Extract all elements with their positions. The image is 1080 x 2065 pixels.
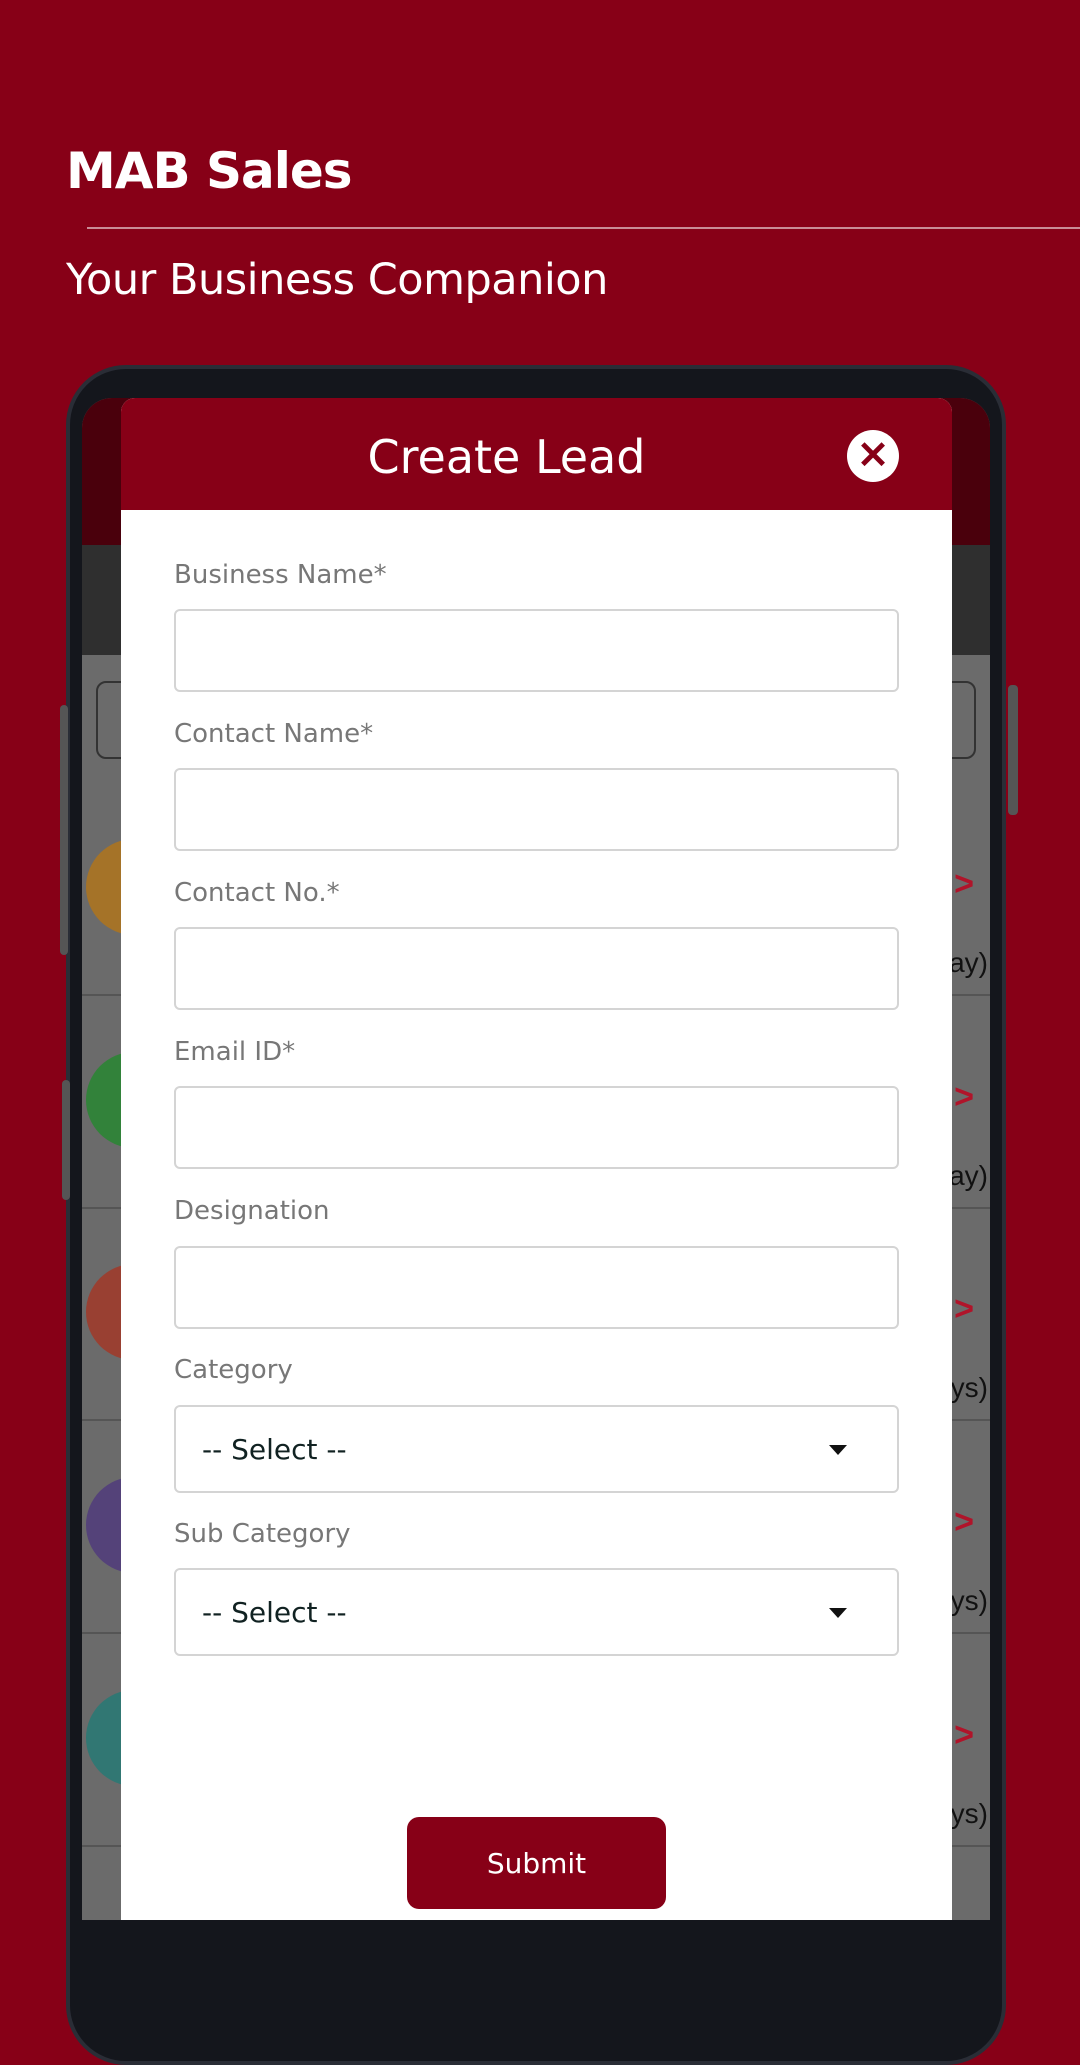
chevron-right-icon: > (954, 865, 974, 903)
create-lead-modal: Create Lead ✕ Business Name* Contact Name… (121, 398, 952, 1920)
designation-input[interactable] (174, 1246, 899, 1329)
background-row-text: ys) (950, 1372, 988, 1403)
contact-no-input[interactable] (174, 927, 899, 1010)
sub-category-select[interactable]: -- Select -- (174, 1568, 899, 1656)
phone-side-button (60, 705, 68, 955)
close-icon[interactable]: ✕ (847, 430, 899, 482)
chevron-right-icon: > (954, 1290, 974, 1328)
background-row-text: ys) (950, 1585, 988, 1616)
designation-label: Designation (174, 1196, 330, 1226)
modal-title: Create Lead (367, 430, 646, 484)
category-select[interactable]: -- Select -- (174, 1405, 899, 1493)
chevron-right-icon: > (954, 1503, 974, 1541)
chevron-right-icon: > (954, 1078, 974, 1116)
email-id-input[interactable] (174, 1086, 899, 1169)
background-row-text: ys) (950, 1798, 988, 1829)
background-row-text: ay) (949, 947, 988, 978)
modal-header: Create Lead ✕ (121, 398, 952, 510)
contact-name-label: Contact Name* (174, 719, 374, 749)
divider (87, 227, 1080, 229)
dropdown-caret-icon (829, 1608, 847, 1618)
dropdown-caret-icon (829, 1445, 847, 1455)
business-name-label: Business Name* (174, 560, 387, 590)
chevron-right-icon: > (954, 1716, 974, 1754)
category-selected-value: -- Select -- (202, 1432, 347, 1466)
business-name-input[interactable] (174, 609, 899, 692)
submit-button[interactable]: Submit (407, 1817, 666, 1909)
background-row-text: ay) (949, 1160, 988, 1191)
app-title: MAB Sales (66, 142, 353, 200)
phone-side-button (62, 1080, 70, 1200)
app-tagline: Your Business Companion (66, 255, 608, 305)
email-id-label: Email ID* (174, 1037, 296, 1067)
contact-no-label: Contact No.* (174, 878, 340, 908)
phone-side-button (1008, 685, 1018, 815)
contact-name-input[interactable] (174, 768, 899, 851)
category-label: Category (174, 1355, 293, 1385)
sub-category-label: Sub Category (174, 1519, 351, 1549)
sub-category-selected-value: -- Select -- (202, 1595, 347, 1629)
